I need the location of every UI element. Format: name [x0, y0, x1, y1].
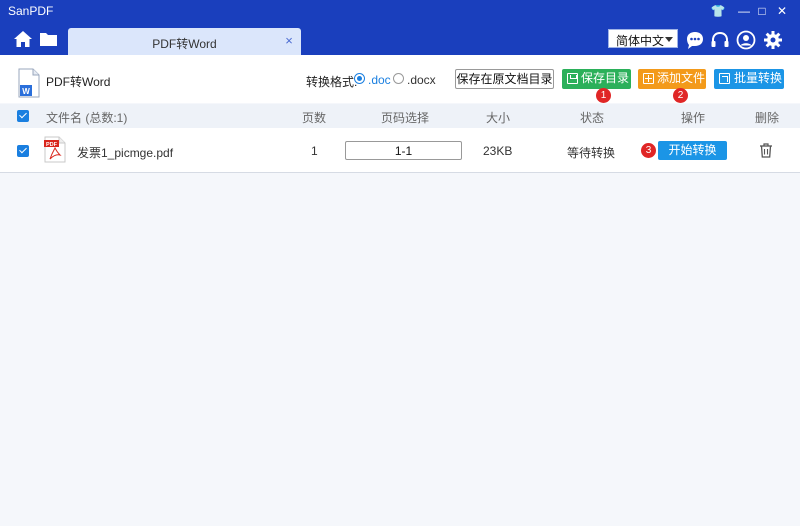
- step-badge-1: 1: [596, 88, 611, 103]
- minimize-button[interactable]: —: [734, 2, 754, 20]
- file-name: 发票1_picmge.pdf: [77, 146, 174, 160]
- header-status: 状态: [580, 111, 605, 125]
- header-size: 大小: [486, 111, 511, 125]
- export-icon: [719, 73, 730, 84]
- page-range-input[interactable]: [345, 141, 462, 160]
- batch-convert-label: 批量转换: [734, 71, 783, 85]
- select-all-checkbox[interactable]: [17, 110, 29, 122]
- pdf-file-icon: PDF: [44, 136, 66, 163]
- batch-convert-button[interactable]: 批量转换: [714, 69, 784, 89]
- format-label: 转换格式:: [306, 75, 358, 89]
- save-original-dir-button[interactable]: 保存在原文档目录: [455, 69, 554, 89]
- radio-docx[interactable]: [393, 73, 404, 84]
- maximize-button[interactable]: □: [752, 2, 772, 20]
- headset-icon[interactable]: [710, 30, 730, 50]
- chat-icon[interactable]: [685, 30, 705, 50]
- word-document-icon: W: [18, 68, 40, 98]
- tab-pdf-to-word[interactable]: PDF转Word ×: [68, 28, 301, 55]
- radio-doc-label: .doc: [368, 73, 391, 87]
- file-list-empty-area: [0, 174, 800, 526]
- tab-label: PDF转Word: [152, 37, 217, 51]
- row-checkbox[interactable]: [17, 145, 29, 157]
- step-badge-2: 2: [673, 88, 688, 103]
- start-convert-button[interactable]: 开始转换: [658, 141, 727, 160]
- trash-icon[interactable]: [759, 143, 773, 158]
- chevron-down-icon: [665, 37, 673, 42]
- header-action: 操作: [681, 111, 706, 125]
- page-title: PDF转Word: [46, 75, 111, 89]
- app-title: SanPDF: [8, 4, 54, 18]
- header-pages: 页数: [302, 111, 327, 125]
- skin-icon[interactable]: 👕: [708, 2, 728, 20]
- save-dir-button[interactable]: 保存目录: [562, 69, 631, 89]
- file-size: 23KB: [483, 144, 513, 158]
- page-count: 1: [311, 144, 318, 158]
- pdf-icon-text: PDF: [46, 142, 58, 148]
- add-file-button[interactable]: 添加文件: [638, 69, 706, 89]
- gear-icon[interactable]: [763, 30, 783, 50]
- svg-text:W: W: [22, 87, 30, 96]
- nav-bar: PDF转Word ×: [0, 22, 800, 55]
- language-select[interactable]: 简体中文: [608, 29, 678, 48]
- plus-icon: [643, 73, 654, 84]
- header-page-select: 页码选择: [381, 111, 430, 125]
- close-button[interactable]: ✕: [772, 2, 792, 20]
- header-delete: 删除: [755, 111, 780, 125]
- radio-docx-label: .docx: [407, 73, 436, 87]
- home-icon[interactable]: [13, 30, 33, 48]
- add-file-label: 添加文件: [657, 71, 706, 85]
- radio-doc[interactable]: [354, 73, 365, 84]
- save-icon: [567, 73, 578, 84]
- title-bar: SanPDF 👕 — □ ✕: [0, 0, 800, 22]
- language-value: 简体中文: [616, 34, 665, 48]
- header-file-name: 文件名 (总数:1): [46, 111, 128, 125]
- folder-icon[interactable]: [39, 30, 59, 48]
- user-icon[interactable]: [736, 30, 756, 50]
- tab-close-icon[interactable]: ×: [283, 34, 295, 48]
- save-dir-label: 保存目录: [581, 71, 630, 85]
- file-status: 等待转换: [567, 146, 616, 160]
- step-badge-3: 3: [641, 143, 656, 158]
